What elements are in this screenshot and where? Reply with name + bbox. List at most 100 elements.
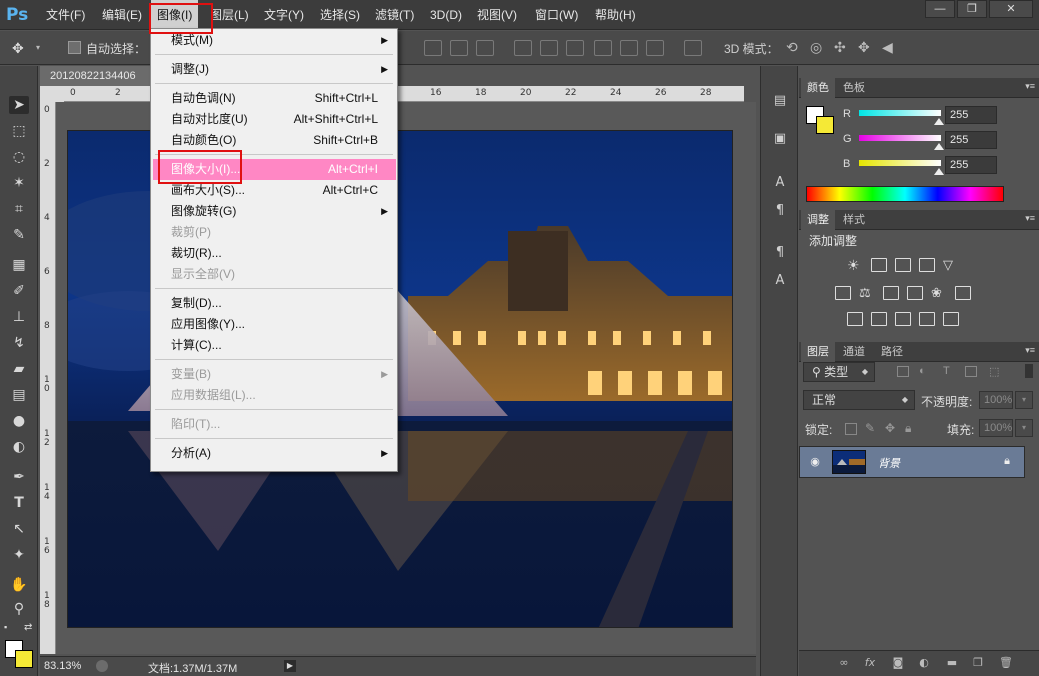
lock-image-icon[interactable]: ✎ <box>865 421 875 435</box>
history-panel-icon[interactable]: ▤ <box>771 92 789 110</box>
distribute-right-icon[interactable] <box>646 40 664 56</box>
visibility-eye-icon[interactable]: ◉ <box>808 455 822 469</box>
layer-row-background[interactable]: ◉ 背景 🔒︎ <box>799 446 1025 478</box>
paragraph-styles-icon[interactable]: A <box>771 272 789 290</box>
lasso-tool-icon[interactable]: ◌ <box>9 148 29 166</box>
align-bottom-icon[interactable] <box>476 40 494 56</box>
filter-pixel-icon[interactable] <box>897 366 909 377</box>
layer-style-icon[interactable]: fx <box>863 657 877 669</box>
healing-brush-icon[interactable]: ▦ <box>9 256 29 274</box>
crop-tool-icon[interactable]: ⌗ <box>9 200 29 218</box>
brightness-icon[interactable]: ☀ <box>847 258 863 272</box>
magic-wand-icon[interactable]: ✶ <box>9 174 29 192</box>
channel-g-value[interactable]: 255 <box>945 131 997 149</box>
channel-b-slider[interactable] <box>859 160 941 166</box>
eraser-tool-icon[interactable]: ▰ <box>9 360 29 378</box>
zoom-level[interactable]: 83.13% <box>44 660 81 672</box>
gradient-tool-icon[interactable]: ▤ <box>9 386 29 404</box>
distribute-hcenter-icon[interactable] <box>620 40 638 56</box>
distribute-bottom-icon[interactable] <box>566 40 584 56</box>
channel-g-knob[interactable] <box>934 143 944 150</box>
image-menu-item[interactable]: 分析(A) ▶ <box>153 443 396 464</box>
brush-tool-icon[interactable]: ✐ <box>9 282 29 300</box>
new-layer-icon[interactable]: ❐ <box>971 657 985 669</box>
filter-adjust-icon[interactable]: ◐ <box>919 365 926 377</box>
tab-layers[interactable]: 图层 <box>801 342 835 362</box>
lock-transparent-icon[interactable] <box>845 423 857 435</box>
gradient-map-icon[interactable] <box>943 312 959 326</box>
move-tool-icon[interactable]: ➤ <box>9 96 29 114</box>
image-menu-item[interactable]: 自动色调(N) Shift+Ctrl+L <box>153 88 396 109</box>
panel-menu-icon[interactable]: ▾≡ <box>1025 345 1035 356</box>
character-styles-icon[interactable]: ¶ <box>771 244 789 262</box>
menu-3d[interactable]: 3D(D) <box>424 0 468 30</box>
zoom-tool-icon[interactable]: ⚲ <box>9 600 29 618</box>
channel-g-slider[interactable] <box>859 135 941 141</box>
threshold-icon[interactable] <box>895 312 911 326</box>
link-layers-icon[interactable]: ∞ <box>837 657 851 669</box>
channel-r-knob[interactable] <box>934 118 944 125</box>
black-white-icon[interactable] <box>883 286 899 300</box>
hand-tool-icon[interactable]: ✋ <box>9 576 29 594</box>
tab-swatches[interactable]: 色板 <box>837 78 871 98</box>
restore-button[interactable]: ❐ <box>957 0 987 18</box>
close-button[interactable]: ✕ <box>989 0 1033 18</box>
menu-edit[interactable]: 编辑(E) <box>96 0 148 30</box>
minimize-button[interactable]: — <box>925 0 955 18</box>
clone-stamp-icon[interactable]: ⊥ <box>9 308 29 326</box>
status-menu-arrow-icon[interactable]: ▶ <box>284 660 296 672</box>
delete-layer-icon[interactable]: 🗑︎ <box>999 657 1013 669</box>
filter-shape-icon[interactable] <box>965 366 977 377</box>
image-menu-item[interactable]: 调整(J) ▶ <box>153 59 396 80</box>
dodge-tool-icon[interactable]: ◐ <box>9 438 29 456</box>
selective-color-icon[interactable] <box>919 312 935 326</box>
lock-position-icon[interactable]: ✥ <box>885 421 895 435</box>
align-top-icon[interactable] <box>424 40 442 56</box>
lock-all-icon[interactable]: 🔒︎ <box>905 421 911 436</box>
new-adjustment-icon[interactable]: ◐ <box>917 657 931 669</box>
paragraph-panel-icon[interactable]: ¶ <box>771 202 789 220</box>
channel-mixer-icon[interactable]: ❀ <box>931 286 947 300</box>
distribute-left-icon[interactable] <box>594 40 612 56</box>
menu-window[interactable]: 窗口(W) <box>529 0 584 30</box>
3d-scale-icon[interactable]: ◀ <box>882 39 893 56</box>
menu-file[interactable]: 文件(F) <box>40 0 91 30</box>
3d-pan-icon[interactable]: ✣ <box>834 39 846 56</box>
tab-styles[interactable]: 样式 <box>837 210 871 230</box>
invert-icon[interactable] <box>847 312 863 326</box>
menu-view[interactable]: 视图(V) <box>471 0 523 30</box>
image-menu-item[interactable]: 计算(C)... <box>153 335 396 356</box>
character-panel-icon[interactable]: A <box>771 174 789 192</box>
tab-paths[interactable]: 路径 <box>875 342 909 362</box>
image-menu-item[interactable]: 图像旋转(G) ▶ <box>153 201 396 222</box>
tool-preset-caret-icon[interactable]: ▾ <box>36 43 40 52</box>
channel-r-value[interactable]: 255 <box>945 106 997 124</box>
shape-tool-icon[interactable]: ✦ <box>9 546 29 564</box>
distribute-top-icon[interactable] <box>514 40 532 56</box>
image-menu-item[interactable]: 应用图像(Y)... <box>153 314 396 335</box>
align-vcenter-icon[interactable] <box>450 40 468 56</box>
image-menu-item[interactable]: 裁切(R)... <box>153 243 396 264</box>
levels-icon[interactable] <box>871 258 887 272</box>
image-menu-item[interactable]: 复制(D)... <box>153 293 396 314</box>
color-spectrum-bar[interactable] <box>806 186 1004 202</box>
channel-r-slider[interactable] <box>859 110 941 116</box>
color-balance-icon[interactable]: ⚖ <box>859 286 875 300</box>
photo-filter-icon[interactable] <box>907 286 923 300</box>
panel-menu-icon[interactable]: ▾≡ <box>1025 81 1035 92</box>
menu-filter[interactable]: 滤镜(T) <box>369 0 420 30</box>
distribute-vcenter-icon[interactable] <box>540 40 558 56</box>
type-tool-icon[interactable]: T <box>9 494 29 512</box>
blur-tool-icon[interactable]: ● <box>9 412 29 430</box>
image-menu-item[interactable]: 自动颜色(O) Shift+Ctrl+B <box>153 130 396 151</box>
tab-channels[interactable]: 通道 <box>837 342 871 362</box>
new-group-icon[interactable]: ▬ <box>945 657 959 669</box>
opacity-field[interactable]: 100% <box>979 391 1013 409</box>
auto-align-icon[interactable] <box>684 40 702 56</box>
channel-b-value[interactable]: 255 <box>945 156 997 174</box>
filter-smart-icon[interactable]: ⬚ <box>989 365 999 378</box>
filter-toggle[interactable] <box>1025 364 1033 378</box>
curves-icon[interactable] <box>895 258 911 272</box>
3d-roll-icon[interactable]: ◎ <box>810 39 822 56</box>
default-colors-icon[interactable]: ▪ <box>4 622 7 632</box>
